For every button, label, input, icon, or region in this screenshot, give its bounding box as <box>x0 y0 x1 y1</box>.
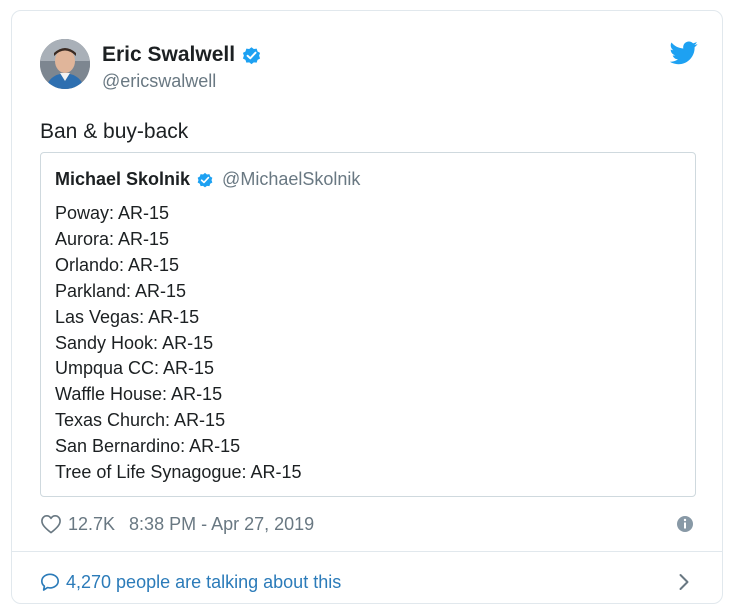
quoted-text-line: Texas Church: AR-15 <box>55 410 226 431</box>
author-display-name[interactable]: Eric Swalwell <box>102 43 235 67</box>
info-icon[interactable] <box>676 515 694 533</box>
quoted-text-line: Las Vegas: AR-15 <box>55 306 200 327</box>
quoted-text-line: Umpqua CC: AR-15 <box>55 358 215 379</box>
quoted-text-line: Waffle House: AR-15 <box>55 384 223 405</box>
author-name-row: Eric Swalwell <box>102 43 262 67</box>
quoted-tweet-header: Michael Skolnik @MichaelSkolnik <box>55 169 360 190</box>
quoted-author-name: Michael Skolnik <box>55 169 191 189</box>
conversation-count[interactable]: 4,270 people are talking about this <box>66 572 341 593</box>
tweet-header: Eric Swalwell @ericswalwell <box>40 39 698 95</box>
conversation-link[interactable]: 4,270 people are talking about this <box>40 567 694 597</box>
quoted-text-line: San Bernardino: AR-15 <box>55 436 241 457</box>
quoted-author-handle: @MichaelSkolnik <box>222 169 361 189</box>
verified-badge-icon <box>243 46 261 64</box>
chevron-right-icon[interactable] <box>678 573 690 591</box>
quoted-tweet-text: Poway: AR-15 Aurora: AR-15 Orlando: AR-1… <box>55 201 302 486</box>
quoted-text-line: Poway: AR-15 <box>55 203 170 223</box>
author-handle[interactable]: @ericswalwell <box>102 71 216 92</box>
tweet-text: Ban & buy-back <box>40 120 189 143</box>
tweet-timestamp[interactable]: 8:38 PM - Apr 27, 2019 <box>129 514 314 535</box>
quoted-text-line: Sandy Hook: AR-15 <box>55 332 214 353</box>
divider <box>12 551 722 552</box>
verified-badge-icon <box>197 172 213 187</box>
quoted-text-line: Parkland: AR-15 <box>55 280 187 301</box>
quoted-text-line: Tree of Life Synagogue: AR-15 <box>55 462 302 483</box>
avatar[interactable] <box>40 39 90 89</box>
heart-icon[interactable] <box>40 514 62 534</box>
quoted-tweet[interactable]: Michael Skolnik @MichaelSkolnik Poway: A… <box>40 152 696 497</box>
quoted-text-line: Orlando: AR-15 <box>55 254 180 275</box>
embedded-tweet-card: Eric Swalwell @ericswalwell Ban & buy-ba… <box>11 10 723 604</box>
tweet-meta: 12.7K 8:38 PM - Apr 27, 2019 <box>40 511 694 537</box>
like-count[interactable]: 12.7K <box>68 514 115 535</box>
speech-bubble-icon <box>41 573 59 591</box>
quoted-text-line: Aurora: AR-15 <box>55 228 170 249</box>
twitter-bird-icon[interactable] <box>670 41 698 65</box>
